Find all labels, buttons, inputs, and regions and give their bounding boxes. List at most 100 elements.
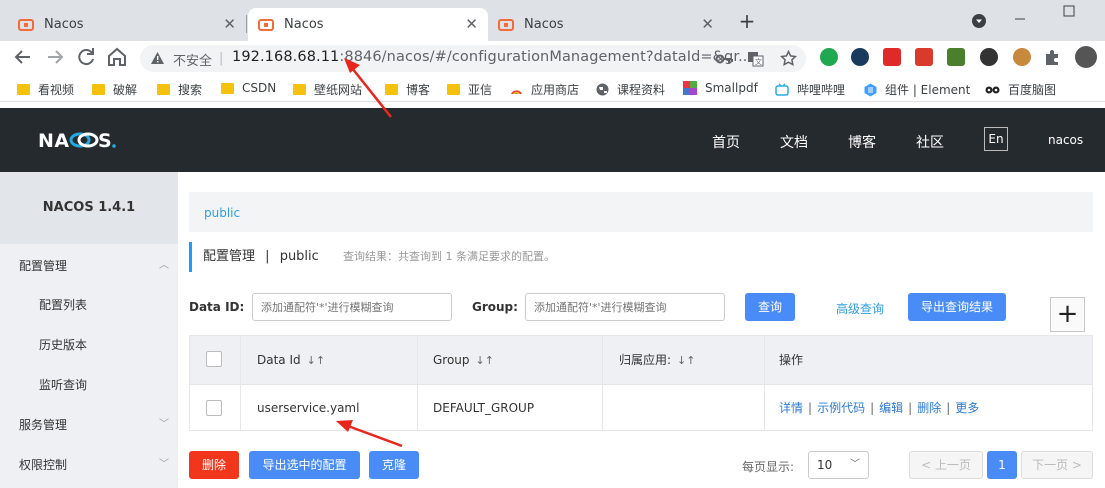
sidebar-item-history[interactable]: 历史版本: [0, 325, 178, 365]
query-button[interactable]: 查询: [745, 293, 795, 321]
prev-page-button[interactable]: < 上一页: [909, 451, 983, 479]
bookmark-label: 博客: [406, 83, 431, 97]
folder-icon: [17, 84, 30, 95]
minimize-icon[interactable]: [1013, 12, 1027, 26]
extension-gear-icon[interactable]: [820, 48, 838, 66]
nav-community[interactable]: 社区: [916, 132, 944, 152]
browser-tab[interactable]: Nacos ✕: [8, 8, 246, 41]
current-page-button[interactable]: 1: [987, 451, 1017, 479]
edit-link[interactable]: 编辑: [879, 401, 903, 415]
key-icon[interactable]: [715, 52, 733, 66]
op-separator: |: [908, 401, 913, 415]
table-row: userservice.yaml DEFAULT_GROUP 详情 | 示例代码 | 编…: [190, 384, 1092, 430]
extension-download-icon[interactable]: [947, 48, 965, 66]
translate-icon[interactable]: 文: [747, 51, 764, 67]
page-title-separator: |: [265, 249, 270, 264]
clone-button[interactable]: 克隆: [369, 451, 419, 479]
bookmark-item[interactable]: CSDN: [221, 81, 276, 95]
nav-home[interactable]: 首页: [712, 132, 740, 152]
nacos-favicon-icon: [258, 18, 274, 31]
bookmark-item[interactable]: 博客: [385, 81, 430, 98]
tab-search-icon[interactable]: [971, 13, 987, 29]
browser-tab[interactable]: Nacos ✕: [488, 8, 724, 41]
back-arrow-icon[interactable]: [11, 45, 35, 69]
bookmark-label: 哔哩哔哩: [797, 83, 846, 97]
home-icon[interactable]: [105, 45, 129, 69]
column-header-group[interactable]: Group ↓↑: [433, 336, 494, 384]
add-config-button[interactable]: +: [1050, 297, 1085, 332]
bookmark-item[interactable]: 搜索: [157, 81, 202, 98]
sidebar-item-config-list[interactable]: 配置列表: [0, 285, 178, 325]
delete-button[interactable]: 删除: [189, 451, 239, 479]
tab-title: Nacos: [44, 17, 84, 32]
sort-icon[interactable]: ↓↑: [476, 354, 494, 367]
advanced-query-link[interactable]: 高级查询: [836, 300, 884, 317]
browser-tab-active[interactable]: Nacos ✕: [248, 8, 488, 41]
export-selected-button[interactable]: 导出选中的配置: [249, 451, 360, 479]
detail-link[interactable]: 详情: [779, 401, 803, 415]
sidebar-item-label: 监听查询: [39, 378, 88, 392]
more-link[interactable]: 更多: [955, 401, 979, 415]
extension-spy-icon[interactable]: [980, 48, 998, 66]
bookmark-label: 亚信: [468, 83, 493, 97]
page-size-select[interactable]: 10 ﹀: [808, 451, 869, 479]
cell-data-id: userservice.yaml: [257, 401, 360, 415]
bookmark-star-icon[interactable]: [780, 50, 797, 67]
next-page-button[interactable]: 下一页 >: [1021, 451, 1093, 479]
bookmark-item[interactable]: 应用商店: [510, 81, 579, 98]
sidebar-version-title: NACOS 1.4.1: [0, 172, 178, 244]
forward-arrow-icon[interactable]: [43, 45, 67, 69]
sidebar-item-access-control[interactable]: 权限控制 ﹀: [0, 445, 178, 485]
bookmark-item[interactable]: 壁纸网站: [293, 81, 362, 98]
folder-icon: [385, 84, 398, 95]
bookmark-item[interactable]: 百度脑图: [985, 81, 1056, 98]
export-query-results-button[interactable]: 导出查询结果: [908, 293, 1006, 321]
extension-network-icon[interactable]: [915, 48, 933, 66]
bookmark-item[interactable]: 破解: [92, 81, 137, 98]
extension-cookie-icon[interactable]: [1013, 48, 1031, 66]
extensions-puzzle-icon[interactable]: [1044, 49, 1060, 65]
nav-docs[interactable]: 文档: [780, 132, 808, 152]
cell-group: DEFAULT_GROUP: [433, 401, 535, 415]
select-all-checkbox[interactable]: [206, 351, 222, 367]
close-tab-icon[interactable]: ✕: [223, 17, 236, 32]
bookmark-item[interactable]: Smallpdf: [683, 81, 758, 95]
column-header-label: 操作: [779, 353, 804, 367]
current-user[interactable]: nacos: [1048, 133, 1083, 147]
folder-icon: [92, 84, 105, 95]
group-input[interactable]: [525, 293, 725, 321]
sort-icon[interactable]: ↓↑: [307, 354, 325, 367]
bookmark-label: 课程资料: [617, 83, 666, 97]
sort-icon[interactable]: ↓↑: [677, 354, 695, 367]
bookmark-item[interactable]: 课程资料: [596, 81, 665, 98]
profile-avatar-icon[interactable]: [1075, 46, 1097, 68]
namespace-public-link[interactable]: public: [204, 206, 240, 220]
delete-link[interactable]: 删除: [917, 401, 941, 415]
bookmark-item[interactable]: 看视频: [17, 81, 74, 98]
nav-blog[interactable]: 博客: [848, 132, 876, 152]
reload-icon[interactable]: [74, 45, 98, 69]
nacos-logo[interactable]: NA S: [38, 128, 138, 152]
row-checkbox[interactable]: [206, 400, 222, 416]
address-bar[interactable]: 不安全 | 192.168.68.11:8846/nacos/#/configu…: [140, 45, 806, 72]
sidebar-item-service-management[interactable]: 服务管理 ﹀: [0, 405, 178, 445]
bookmark-item[interactable]: 哔哩哔哩: [775, 81, 845, 98]
bookmark-item[interactable]: 亚信: [447, 81, 492, 98]
close-tab-icon[interactable]: ✕: [465, 17, 478, 32]
chevron-down-icon: ﹀: [159, 419, 169, 430]
sample-code-link[interactable]: 示例代码: [817, 401, 865, 415]
dataid-input[interactable]: [252, 293, 452, 321]
extension-check-icon[interactable]: [851, 48, 869, 66]
sidebar-item-listener-query[interactable]: 监听查询: [0, 365, 178, 405]
maximize-icon[interactable]: [1063, 5, 1075, 17]
bookmark-item[interactable]: 组件 | Element: [864, 81, 970, 98]
column-header-data-id[interactable]: Data Id ↓↑: [257, 336, 325, 384]
close-tab-icon[interactable]: ✕: [701, 17, 714, 32]
column-header-app[interactable]: 归属应用: ↓↑: [619, 336, 695, 384]
new-tab-button[interactable]: +: [737, 11, 757, 31]
extension-fe-icon[interactable]: [883, 48, 901, 66]
url-host: 192.168.68.11: [232, 49, 340, 65]
sidebar-item-config-management[interactable]: 配置管理 ︿: [0, 246, 178, 286]
url-text[interactable]: 192.168.68.11:8846/nacos/#/configuration…: [232, 49, 752, 65]
language-switch-button[interactable]: En: [984, 127, 1008, 151]
